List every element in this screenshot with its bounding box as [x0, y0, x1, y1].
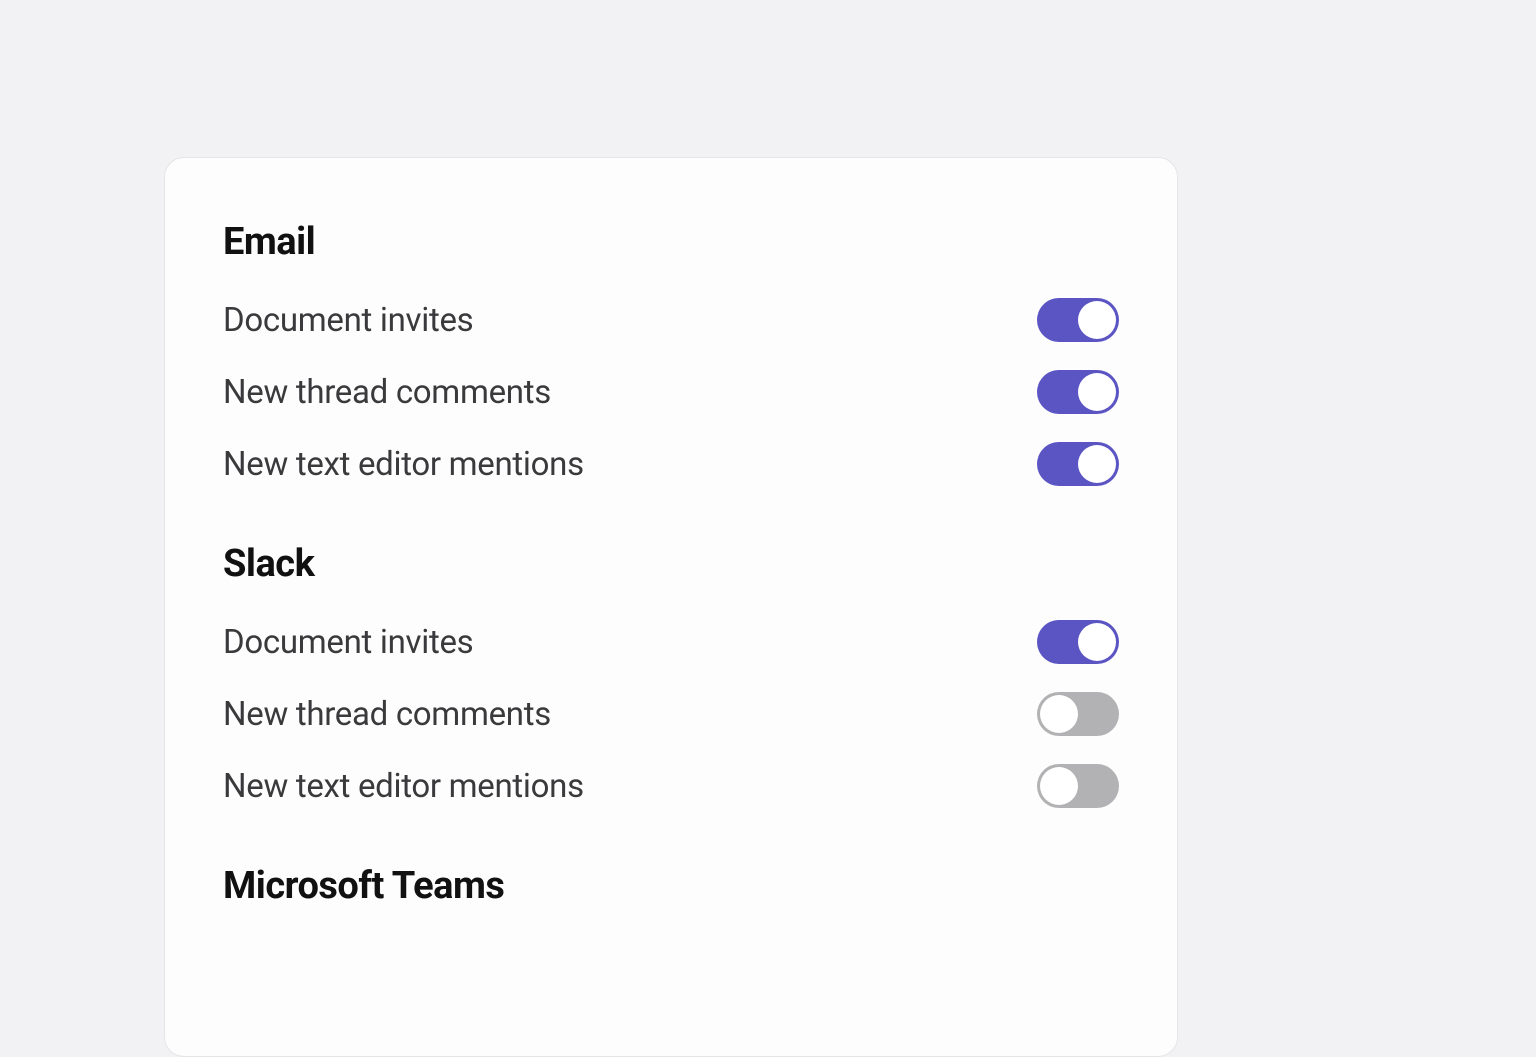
toggle-slack-document-invites[interactable] — [1037, 620, 1119, 664]
toggle-knob — [1078, 445, 1116, 483]
section-email: Email Document invites New thread commen… — [223, 220, 1119, 486]
section-microsoft-teams: Microsoft Teams — [223, 864, 1119, 908]
toggle-knob — [1078, 373, 1116, 411]
toggle-email-document-invites[interactable] — [1037, 298, 1119, 342]
row-slack-document-invites: Document invites — [223, 620, 1119, 664]
toggle-slack-new-text-editor-mentions[interactable] — [1037, 764, 1119, 808]
toggle-email-new-thread-comments[interactable] — [1037, 370, 1119, 414]
row-label: Document invites — [223, 623, 473, 662]
toggle-email-new-text-editor-mentions[interactable] — [1037, 442, 1119, 486]
notification-settings-card: Email Document invites New thread commen… — [164, 157, 1178, 1057]
toggle-knob — [1040, 695, 1078, 733]
section-title-email: Email — [223, 220, 1119, 264]
row-label: New thread comments — [223, 373, 551, 412]
toggle-knob — [1078, 301, 1116, 339]
toggle-knob — [1078, 623, 1116, 661]
row-label: Document invites — [223, 301, 473, 340]
row-email-new-text-editor-mentions: New text editor mentions — [223, 442, 1119, 486]
row-label: New text editor mentions — [223, 445, 584, 484]
section-slack: Slack Document invites New thread commen… — [223, 542, 1119, 808]
toggle-slack-new-thread-comments[interactable] — [1037, 692, 1119, 736]
row-slack-new-text-editor-mentions: New text editor mentions — [223, 764, 1119, 808]
row-label: New thread comments — [223, 695, 551, 734]
section-title-microsoft-teams: Microsoft Teams — [223, 864, 1119, 908]
row-slack-new-thread-comments: New thread comments — [223, 692, 1119, 736]
toggle-knob — [1040, 767, 1078, 805]
row-email-document-invites: Document invites — [223, 298, 1119, 342]
row-label: New text editor mentions — [223, 767, 584, 806]
section-title-slack: Slack — [223, 542, 1119, 586]
row-email-new-thread-comments: New thread comments — [223, 370, 1119, 414]
